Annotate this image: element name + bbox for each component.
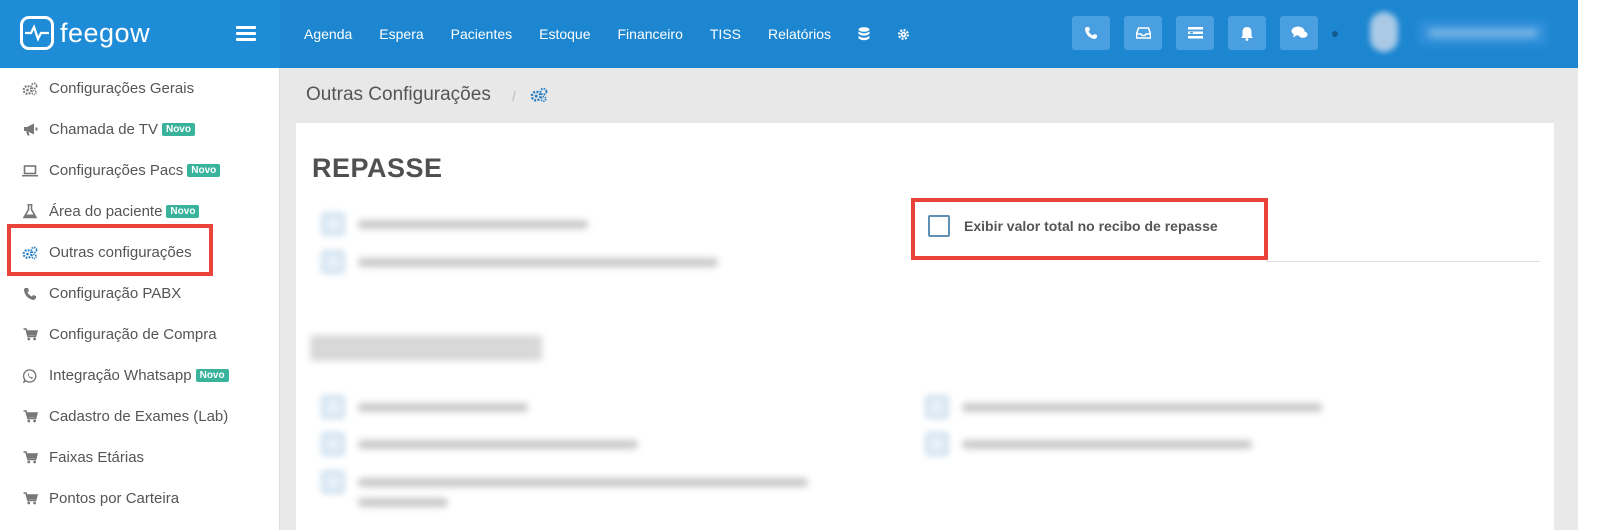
whatsapp-icon <box>22 368 38 384</box>
nav-relatorios[interactable]: Relatórios <box>768 26 831 42</box>
settings-sidebar: Configurações Gerais Chamada de TV Novo … <box>0 68 280 530</box>
blurred-option[interactable] <box>322 396 528 418</box>
chat-button[interactable] <box>1280 16 1318 50</box>
inbox-icon <box>1135 27 1151 39</box>
user-menu[interactable] <box>1418 20 1548 46</box>
logo[interactable]: feegow <box>20 16 150 50</box>
divider <box>1266 261 1540 262</box>
page-title: Outras Configurações <box>306 84 491 105</box>
breadcrumb-separator: / <box>512 88 516 104</box>
cart-icon <box>22 327 38 343</box>
menu-toggle-icon[interactable] <box>236 26 256 41</box>
sidebar-item-chamada-de-tv[interactable]: Chamada de TV Novo <box>0 109 280 150</box>
blurred-option[interactable] <box>322 251 718 273</box>
flask-icon <box>22 204 38 220</box>
phone-icon <box>1085 27 1097 39</box>
breadcrumb: Outras Configurações / <box>280 68 1578 123</box>
list-button[interactable] <box>1176 16 1214 50</box>
sidebar-item-configuracao-de-compra[interactable]: Configuração de Compra <box>0 314 280 355</box>
new-badge: Novo <box>187 164 221 177</box>
phone-icon <box>22 286 38 302</box>
sidebar-item-cadastro-de-exames[interactable]: Cadastro de Exames (Lab) <box>0 396 280 437</box>
sidebar-item-label: Chamada de TV <box>49 121 158 138</box>
cart-icon <box>22 450 38 466</box>
new-badge: Novo <box>195 369 229 382</box>
sidebar-item-configuracoes-pacs[interactable]: Configurações Pacs Novo <box>0 150 280 191</box>
blurred-option[interactable] <box>926 433 1252 455</box>
sidebar-item-configuracoes-gerais[interactable]: Configurações Gerais <box>0 68 280 109</box>
online-status-dot <box>1332 31 1338 37</box>
list-icon <box>1187 27 1203 39</box>
bell-icon <box>1241 26 1253 41</box>
sidebar-item-label: Pontos por Carteira <box>49 490 180 507</box>
top-navbar: feegow Agenda Espera Pacientes Estoque F… <box>0 0 1578 68</box>
sidebar-item-label: Integração Whatsapp <box>49 367 192 384</box>
laptop-icon <box>22 163 38 179</box>
megaphone-icon <box>22 122 38 138</box>
gears-icon <box>530 87 548 108</box>
blurred-text <box>358 498 448 507</box>
new-badge: Novo <box>161 123 195 136</box>
blurred-section-title <box>310 335 542 361</box>
sidebar-item-label: Área do paciente <box>49 203 163 220</box>
settings-panel: REPASSE Exibir valor total no recibo de … <box>296 123 1554 530</box>
heartbeat-logo-icon <box>20 16 54 50</box>
section-title-repasse: REPASSE <box>312 153 443 183</box>
sidebar-item-label: Configurações Pacs <box>49 162 184 179</box>
sidebar-item-configuracao-pabx[interactable]: Configuração PABX <box>0 273 280 314</box>
nav-agenda[interactable]: Agenda <box>304 26 352 42</box>
phone-button[interactable] <box>1072 16 1110 50</box>
sidebar-item-label: Configuração de Compra <box>49 326 217 343</box>
main-nav: Agenda Espera Pacientes Estoque Financei… <box>304 0 937 68</box>
nav-financeiro[interactable]: Financeiro <box>618 26 683 42</box>
sidebar-item-integracao-whatsapp[interactable]: Integração Whatsapp Novo <box>0 355 280 396</box>
sidebar-item-label: Configuração PABX <box>49 285 182 302</box>
gears-icon <box>22 81 38 97</box>
sidebar-item-label: Faixas Etárias <box>49 449 145 466</box>
new-badge: Novo <box>166 205 200 218</box>
blurred-option[interactable] <box>322 471 808 493</box>
chat-icon <box>1291 26 1307 38</box>
nav-espera[interactable]: Espera <box>379 26 423 42</box>
cart-icon <box>22 491 38 507</box>
highlight-annotation <box>7 224 213 276</box>
database-icon[interactable] <box>858 27 870 41</box>
nav-pacientes[interactable]: Pacientes <box>451 26 512 42</box>
nav-tiss[interactable]: TISS <box>710 26 741 42</box>
blurred-option[interactable] <box>926 396 1322 418</box>
sidebar-item-label: Cadastro de Exames (Lab) <box>49 408 229 425</box>
settings-gear-icon[interactable] <box>897 28 910 41</box>
inbox-button[interactable] <box>1124 16 1162 50</box>
cart-icon <box>22 409 38 425</box>
sidebar-item-label: Configurações Gerais <box>49 80 195 97</box>
brand-area: feegow <box>0 0 280 68</box>
sidebar-item-pontos-por-carteira[interactable]: Pontos por Carteira <box>0 478 280 519</box>
nav-estoque[interactable]: Estoque <box>539 26 590 42</box>
page-scrollbar[interactable] <box>1578 0 1600 530</box>
avatar[interactable] <box>1370 12 1398 52</box>
highlight-annotation <box>911 198 1268 260</box>
brand-name: feegow <box>60 17 151 48</box>
notifications-button[interactable] <box>1228 16 1266 50</box>
toolbar-buttons <box>1072 16 1332 50</box>
sidebar-item-faixas-etarias[interactable]: Faixas Etárias <box>0 437 280 478</box>
blurred-option[interactable] <box>322 213 588 235</box>
blurred-option[interactable] <box>322 433 638 455</box>
